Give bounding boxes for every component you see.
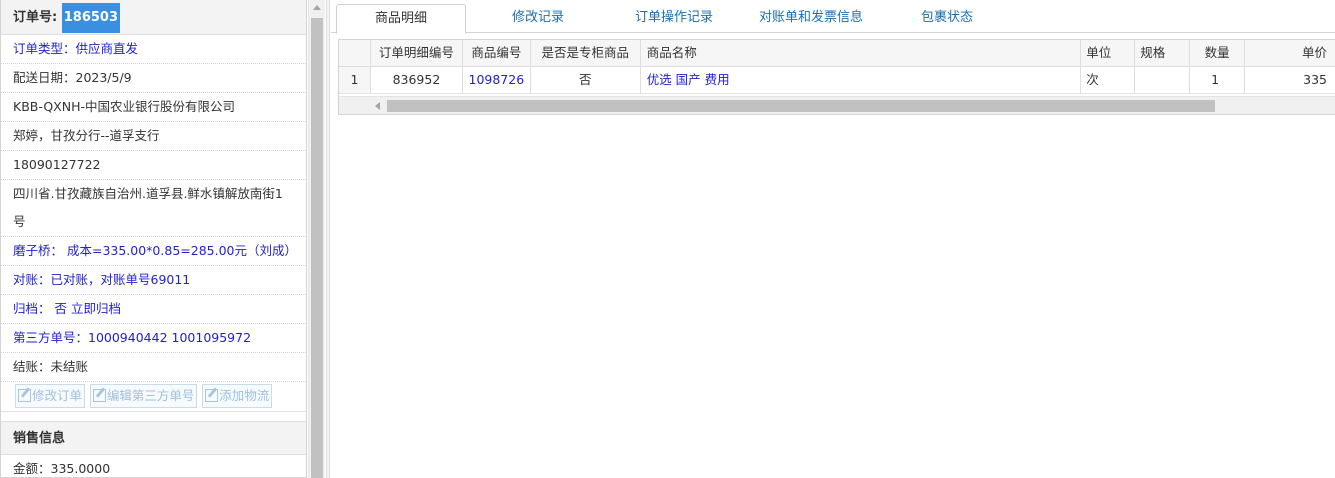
row-index: 1 xyxy=(339,67,371,93)
cost-note: 磨子桥： 成本=335.00*0.85=285.00元（刘成） xyxy=(1,237,306,266)
order-info-panel: 订单号: 186503 订单类型：供应商直发 配送日期：2023/5/9 KBB… xyxy=(0,0,307,478)
header-quantity[interactable]: 数量 xyxy=(1190,40,1246,66)
header-unit-price[interactable]: 单价 xyxy=(1245,40,1335,66)
reconcile-status: 对账：已对账，对账单号69011 xyxy=(1,266,306,295)
tab-order-operation-log[interactable]: 订单操作记录 xyxy=(611,4,737,33)
add-logistics-button[interactable]: 添加物流 xyxy=(202,384,273,408)
edit-order-label: 修改订单 xyxy=(32,388,83,403)
address-line-1: 四川省.甘孜藏族自治州.道孚县.鲜水镇解放南街1 xyxy=(13,186,283,201)
third-party-numbers: 第三方单号：1000940442 1001095972 xyxy=(1,324,306,353)
scrollbar-thumb[interactable] xyxy=(311,18,323,478)
scroll-up-arrow-icon[interactable] xyxy=(313,5,321,10)
sales-info-header: 销售信息 xyxy=(1,421,306,455)
edit-icon xyxy=(205,389,219,402)
edit-icon xyxy=(18,389,31,402)
customer-contact: 郑婷，甘孜分行--道孚支行 xyxy=(1,122,306,151)
row-product-code-link[interactable]: 1098726 xyxy=(463,67,531,93)
row-product-name-link[interactable]: 优选 国产 费用 xyxy=(641,67,1082,93)
row-spec xyxy=(1135,67,1191,93)
customer-phone: 18090127722 xyxy=(1,151,306,180)
customer-company: KBB-QXNH-中国农业银行股份有限公司 xyxy=(1,93,306,122)
detail-tabs: 商品明细 修改记录 订单操作记录 对账单和发票信息 包裹状态 xyxy=(331,0,1335,34)
header-spec[interactable]: 规格 xyxy=(1135,40,1191,66)
header-detail-no[interactable]: 订单明细编号 xyxy=(371,40,463,66)
grid-header-row: 订单明细编号 商品编号 是否是专柜商品 商品名称 单位 规格 数量 单价 xyxy=(339,40,1335,67)
edit-order-button[interactable]: 修改订单 xyxy=(15,384,86,408)
panel-splitter[interactable] xyxy=(326,0,330,478)
tab-product-details[interactable]: 商品明细 xyxy=(336,4,466,34)
settlement-status: 结账：未结账 xyxy=(1,353,306,382)
tab-package-status[interactable]: 包裹状态 xyxy=(906,4,988,33)
row-unit: 次 xyxy=(1081,67,1136,93)
row-special: 否 xyxy=(531,67,641,93)
order-action-buttons: 修改订单 编辑第三方单号 添加物流 xyxy=(1,382,306,412)
edit-icon xyxy=(92,389,106,402)
horizontal-scrollbar-thumb[interactable] xyxy=(387,100,1215,112)
header-product-code[interactable]: 商品编号 xyxy=(463,40,531,66)
header-product-name[interactable]: 商品名称 xyxy=(641,40,1082,66)
delivery-date: 配送日期：2023/5/9 xyxy=(1,64,306,93)
header-index xyxy=(339,40,371,66)
order-number-header: 订单号: 186503 xyxy=(1,0,306,35)
order-number-label: 订单号: xyxy=(13,10,58,25)
order-detail-panel: 商品明细 修改记录 订单操作记录 对账单和发票信息 包裹状态 订单明细编号 商品… xyxy=(331,0,1335,478)
order-number-value[interactable]: 186503 xyxy=(61,3,121,33)
edit-third-party-button[interactable]: 编辑第三方单号 xyxy=(89,384,198,408)
row-quantity: 1 xyxy=(1190,67,1246,93)
address-line-2: 号 xyxy=(13,214,26,229)
grid-horizontal-scrollbar[interactable] xyxy=(339,96,1335,114)
tab-modify-log[interactable]: 修改记录 xyxy=(491,4,585,33)
order-type: 订单类型：供应商直发 xyxy=(1,35,306,64)
header-unit[interactable]: 单位 xyxy=(1081,40,1136,66)
product-grid: 订单明细编号 商品编号 是否是专柜商品 商品名称 单位 规格 数量 单价 1 8… xyxy=(338,39,1335,115)
row-unit-price: 335 xyxy=(1303,72,1327,87)
row-detail-no: 836952 xyxy=(371,67,463,93)
add-logistics-label: 添加物流 xyxy=(219,388,270,403)
archive-status[interactable]: 归档： 否 立即归档 xyxy=(1,295,306,324)
table-row[interactable]: 1 836952 1098726 否 优选 国产 费用 次 1 335 xyxy=(339,67,1335,94)
header-special[interactable]: 是否是专柜商品 xyxy=(531,40,641,66)
left-panel-scrollbar[interactable] xyxy=(308,0,325,478)
delivery-address: 四川省.甘孜藏族自治州.道孚县.鲜水镇解放南街1 号 xyxy=(1,180,306,237)
sales-amount: 金额：335.0000 xyxy=(1,455,306,477)
edit-third-party-label: 编辑第三方单号 xyxy=(106,388,195,403)
tab-invoice-info[interactable]: 对账单和发票信息 xyxy=(751,4,871,33)
scroll-left-arrow-icon[interactable] xyxy=(375,102,380,110)
